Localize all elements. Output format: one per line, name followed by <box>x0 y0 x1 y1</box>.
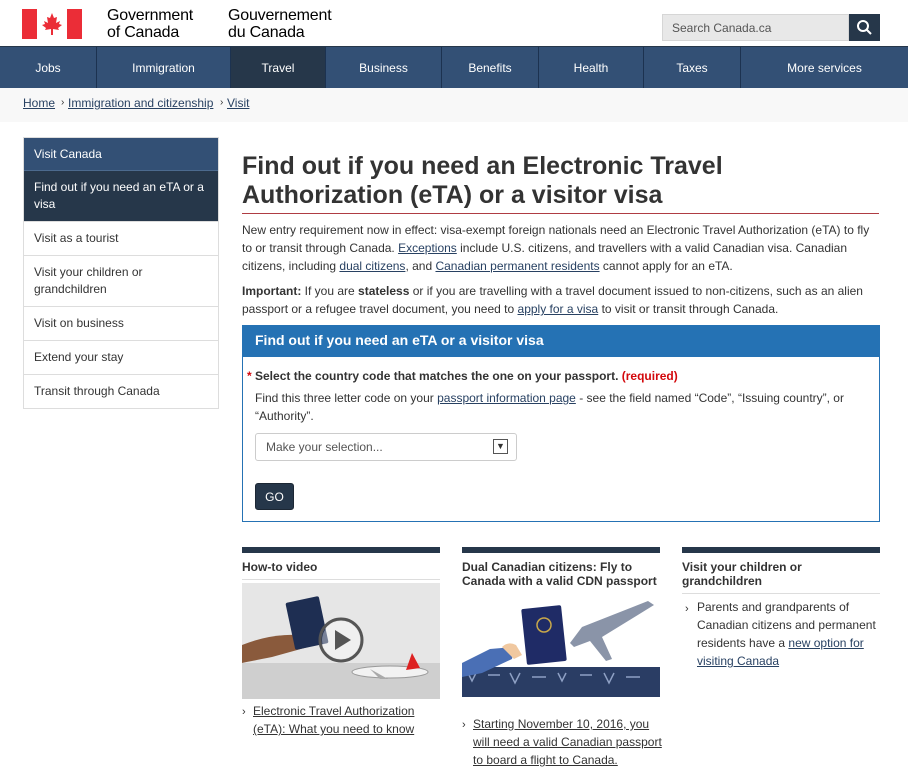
menu-item-immigration[interactable]: Immigration <box>96 47 230 89</box>
sidebar-item-children[interactable]: Visit your children or grandchildren <box>24 255 218 306</box>
menu-item-travel[interactable]: Travel <box>230 47 325 89</box>
sidebar-item-business[interactable]: Visit on business <box>24 306 218 340</box>
cdn-passport-link[interactable]: Starting November 10, 2016, you will nee… <box>473 715 663 769</box>
apply-visa-link[interactable]: apply for a visa <box>518 302 599 316</box>
canada-flag-icon[interactable] <box>22 9 82 39</box>
exceptions-link[interactable]: Exceptions <box>398 241 457 255</box>
feature-title: Dual Canadian citizens: Fly to Canada wi… <box>462 560 657 588</box>
dual-citizens-link[interactable]: dual citizens <box>339 259 405 273</box>
sidebar-item-tourist[interactable]: Visit as a tourist <box>24 221 218 255</box>
permanent-residents-link[interactable]: Canadian permanent residents <box>435 259 599 273</box>
wordmark-english: Government of Canada <box>107 7 193 41</box>
important-text: If you are <box>301 284 359 298</box>
breadcrumb-separator-icon: › <box>61 97 65 108</box>
title-rule <box>242 213 879 214</box>
wordmark-french: Gouvernement du Canada <box>228 7 332 41</box>
country-code-label: * Select the country code that matches t… <box>247 369 678 383</box>
feature-visit-children: Visit your children or grandchildren › P… <box>682 547 880 668</box>
go-button[interactable]: GO <box>255 483 294 510</box>
sidebar-item-extend-stay[interactable]: Extend your stay <box>24 340 218 374</box>
menu-item-business[interactable]: Business <box>325 47 441 89</box>
passport-info-link[interactable]: passport information page <box>437 391 576 405</box>
select-value: Make your selection... <box>266 440 383 454</box>
country-code-select[interactable]: Make your selection... ▼ <box>255 433 517 461</box>
feature-how-to-video: How-to video › Electronic Travel Authori… <box>242 547 440 736</box>
intro-paragraph: New entry requirement now in effect: vis… <box>242 221 879 275</box>
chevron-right-icon: › <box>462 719 466 731</box>
wordmark-fr-line2: du Canada <box>228 24 305 41</box>
breadcrumb-visit[interactable]: Visit <box>227 96 249 110</box>
panel-heading: Find out if you need an eTA or a visitor… <box>243 326 879 357</box>
intro-text: , and <box>405 259 436 273</box>
breadcrumb-separator-icon: › <box>220 97 224 108</box>
section-menu: Visit Canada Find out if you need an eTA… <box>23 137 219 409</box>
section-menu-heading[interactable]: Visit Canada <box>24 138 218 170</box>
main-menu: Jobs Immigration Travel Business Benefit… <box>0 46 908 89</box>
wordmark-en-line1: Government <box>107 7 194 24</box>
eta-checker-panel: Find out if you need an eTA or a visitor… <box>242 325 880 522</box>
important-label: Important: <box>242 284 302 298</box>
wordmark-en-line2: of Canada <box>107 24 180 41</box>
question-text: Select the country code that matches the… <box>251 369 622 383</box>
sidebar-item-eta-or-visa[interactable]: Find out if you need an eTA or a visa <box>24 170 218 221</box>
menu-item-jobs[interactable]: Jobs <box>0 47 96 89</box>
important-stateless: stateless <box>358 284 410 298</box>
intro-text: cannot apply for an eTA. <box>599 259 733 273</box>
breadcrumb-immigration[interactable]: Immigration and citizenship <box>68 96 213 110</box>
feature-dual-citizens: Dual Canadian citizens: Fly to Canada wi… <box>462 547 662 767</box>
menu-item-taxes[interactable]: Taxes <box>643 47 740 89</box>
menu-item-health[interactable]: Health <box>538 47 643 89</box>
important-paragraph: Important: If you are stateless or if yo… <box>242 282 879 318</box>
feature-title: Visit your children or grandchildren <box>682 553 880 594</box>
important-text: to visit or transit through Canada. <box>598 302 779 316</box>
site-header: Government of Canada Gouvernement du Can… <box>0 0 908 46</box>
search-input[interactable]: Search Canada.ca <box>662 14 849 41</box>
eta-video-link[interactable]: Electronic Travel Authorization (eTA): W… <box>253 702 438 738</box>
breadcrumb: Home › Immigration and citizenship › Vis… <box>0 88 908 122</box>
menu-item-benefits[interactable]: Benefits <box>441 47 538 89</box>
required-tag: (required) <box>621 369 678 383</box>
chevron-right-icon: › <box>242 706 246 718</box>
dropdown-arrow-icon[interactable]: ▼ <box>493 439 508 454</box>
help-text: Find this three letter code on your <box>255 391 438 405</box>
visit-children-text: Parents and grandparents of Canadian cit… <box>697 598 882 670</box>
search-icon <box>857 20 872 35</box>
search-button[interactable] <box>849 14 880 41</box>
feature-title: How-to video <box>242 553 440 580</box>
sidebar-item-transit[interactable]: Transit through Canada <box>24 374 218 408</box>
breadcrumb-home[interactable]: Home <box>23 96 55 110</box>
video-thumbnail[interactable] <box>242 583 440 699</box>
menu-item-more-services[interactable]: More services <box>740 47 908 89</box>
passport-illustration[interactable] <box>462 593 660 697</box>
page-title: Find out if you need an Electronic Trave… <box>242 152 723 209</box>
country-code-help: Find this three letter code on your pass… <box>255 389 870 425</box>
wordmark-fr-line1: Gouvernement <box>228 7 332 24</box>
chevron-right-icon: › <box>685 603 689 615</box>
